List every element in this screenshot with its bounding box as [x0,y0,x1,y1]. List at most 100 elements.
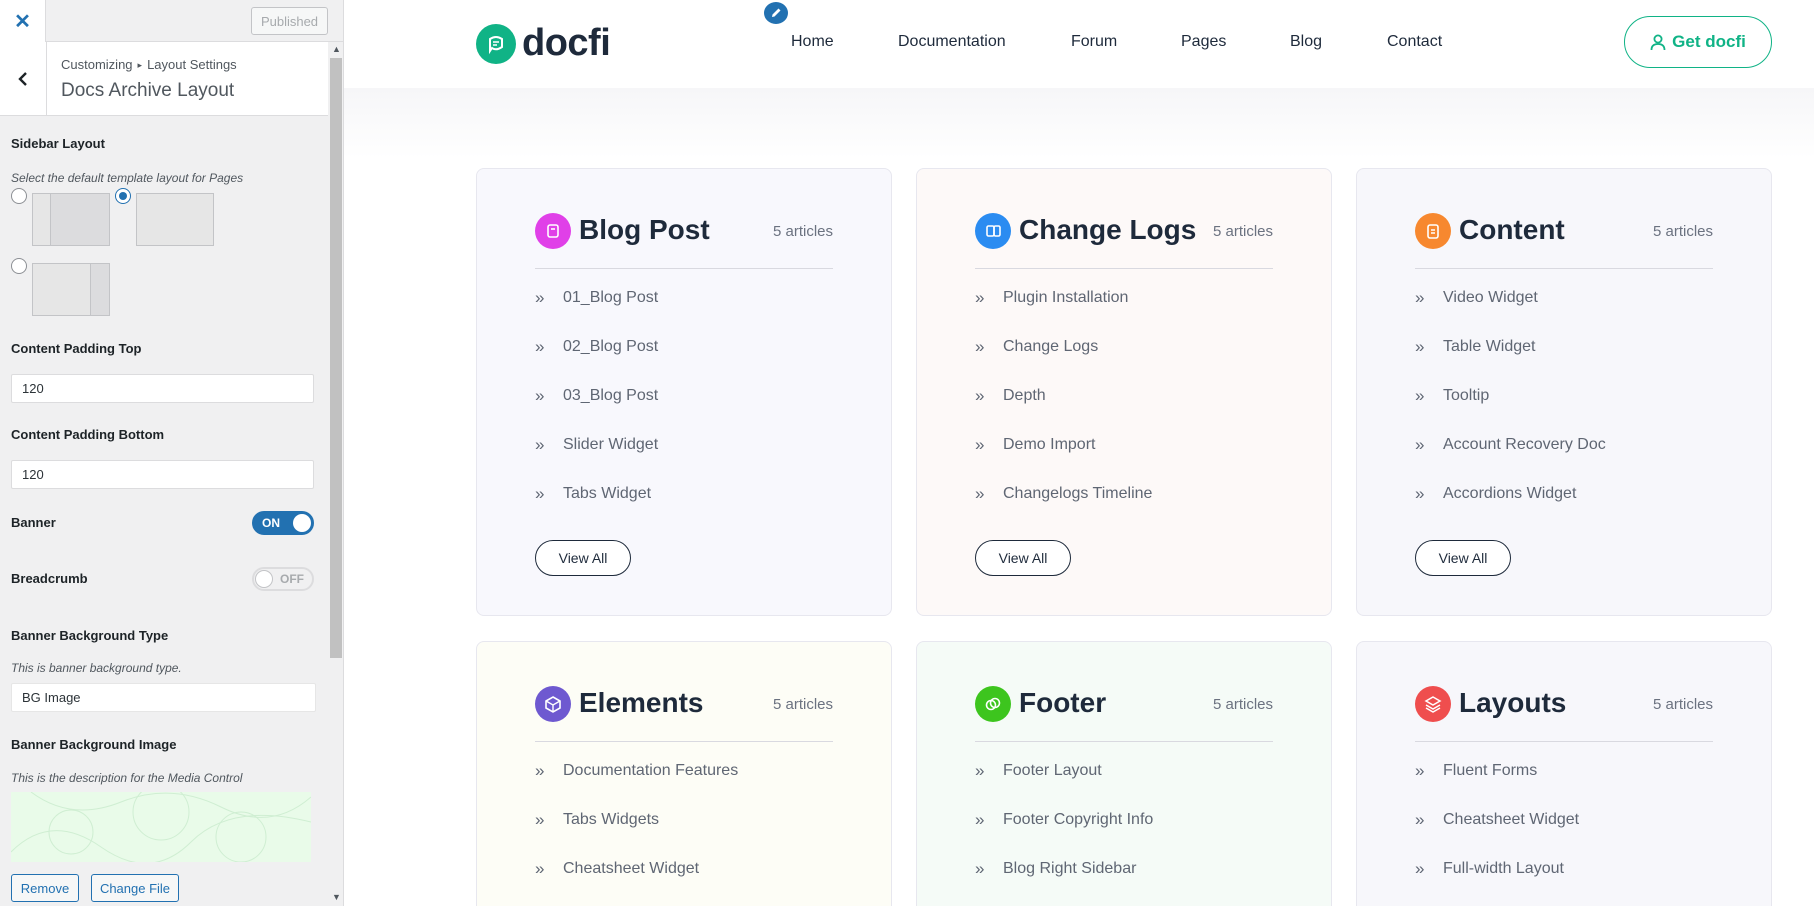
layout-right-sidebar-thumbnail[interactable] [32,263,110,316]
breadcrumb-section: Layout Settings [147,57,237,72]
double-chevron-right-icon: » [535,288,544,307]
doc-link[interactable]: » Demo Import [975,435,1095,455]
banner-bg-type-select[interactable]: BG Image [11,683,316,712]
double-chevron-right-icon: » [535,859,544,878]
double-chevron-right-icon: » [975,435,984,454]
category-title[interactable]: Footer [1019,687,1106,719]
doc-link-label: 03_Blog Post [563,387,659,404]
double-chevron-right-icon: » [535,386,544,405]
nav-blog[interactable]: Blog [1290,33,1322,51]
double-chevron-right-icon: » [975,337,984,356]
breadcrumb-root: Customizing [61,57,133,72]
nav-forum[interactable]: Forum [1071,33,1117,51]
remove-image-button[interactable]: Remove [11,874,79,902]
doc-link[interactable]: » Depth [975,386,1046,406]
change-file-button[interactable]: Change File [91,874,179,902]
card-divider [535,268,833,269]
close-icon: ✕ [14,10,31,33]
category-icon [1415,213,1451,249]
category-icon [975,686,1011,722]
double-chevron-right-icon: » [1415,484,1424,503]
nav-pages[interactable]: Pages [1181,33,1226,51]
doc-link[interactable]: » Tabs Widget [535,484,651,504]
scroll-up-icon[interactable]: ▲ [332,44,341,54]
layout-left-sidebar-thumbnail[interactable] [32,193,110,246]
sidebar-layout-description: Select the default template layout for P… [11,171,244,185]
padding-top-input[interactable]: 120 [11,374,314,403]
nav-contact[interactable]: Contact [1387,33,1442,51]
doc-link[interactable]: » Fluent Forms [1415,761,1537,781]
doc-link[interactable]: » Accordions Widget [1415,484,1576,504]
doc-link[interactable]: » Footer Layout [975,761,1102,781]
layout-radio-right-sidebar[interactable] [11,258,27,274]
category-title[interactable]: Change Logs [1019,214,1196,246]
view-all-button[interactable]: View All [975,540,1071,576]
banner-toggle[interactable]: ON [252,511,314,535]
double-chevron-right-icon: » [535,761,544,780]
doc-link[interactable]: » Table Widget [1415,337,1536,357]
section-header: Customizing ▸ Layout Settings Docs Archive… [0,42,328,116]
double-chevron-right-icon: » [975,484,984,503]
toggle-knob [293,514,311,532]
doc-link[interactable]: » Cheatsheet Widget [535,859,699,879]
doc-link[interactable]: » 02_Blog Post [535,337,658,357]
doc-link-label: Footer Copyright Info [1003,811,1154,828]
doc-link[interactable]: » Full-width Layout [1415,859,1564,879]
doc-link-label: Documentation Features [563,762,739,779]
double-chevron-right-icon: » [1415,386,1424,405]
doc-link[interactable]: » Tabs Widgets [535,810,659,830]
padding-bottom-input[interactable]: 120 [11,460,314,489]
doc-link-label: 02_Blog Post [563,338,659,355]
doc-link[interactable]: » Account Recovery Doc [1415,435,1606,455]
view-all-button[interactable]: View All [1415,540,1511,576]
scrollbar-thumb[interactable] [330,58,342,658]
card-divider [1415,741,1713,742]
category-icon [1415,686,1451,722]
published-button[interactable]: Published [251,7,328,35]
article-count: 5 articles [772,696,833,713]
scroll-down-icon[interactable]: ▼ [332,892,341,902]
back-button[interactable] [0,42,47,116]
site-logo[interactable]: docfi [476,22,611,65]
category-card: Content 5 articles » Video Widget » Table Wid… [1356,168,1772,616]
customizer-header: ✕ Published [0,0,343,42]
customizer-scrollbar[interactable]: ▲ ▼ [328,42,343,906]
doc-link[interactable]: » Slider Widget [535,435,658,455]
view-all-button[interactable]: View All [535,540,631,576]
breadcrumb: Customizing ▸ Layout Settings [61,57,237,72]
double-chevron-right-icon: » [535,810,544,829]
banner-bg-type-description: This is banner background type. [11,661,182,675]
breadcrumb-toggle[interactable]: OFF [252,567,314,591]
doc-link[interactable]: » Blog Right Sidebar [975,859,1136,879]
doc-link-label: Fluent Forms [1443,762,1538,779]
category-title[interactable]: Elements [579,687,704,719]
doc-link[interactable]: » Footer Copyright Info [975,810,1153,830]
doc-link[interactable]: » Plugin Installation [975,288,1128,308]
doc-link-label: Full-width Layout [1443,860,1564,877]
edit-shortcut-pencil-icon[interactable] [762,0,790,26]
nav-documentation[interactable]: Documentation [898,33,1006,51]
close-customizer-button[interactable]: ✕ [0,0,46,42]
nav-home[interactable]: Home [791,33,834,51]
doc-link[interactable]: » Documentation Features [535,761,738,781]
doc-link[interactable]: » Cheatsheet Widget [1415,810,1579,830]
doc-link[interactable]: » Change Logs [975,337,1098,357]
layout-full-width-thumbnail[interactable] [136,193,214,246]
double-chevron-right-icon: » [1415,435,1424,454]
category-title[interactable]: Blog Post [579,214,710,246]
banner-bg-image-label: Banner Background Image [11,737,177,752]
layout-radio-left-sidebar[interactable] [11,188,27,204]
doc-link[interactable]: » 03_Blog Post [535,386,658,406]
doc-link[interactable]: » Video Widget [1415,288,1538,308]
layout-radio-full-width[interactable] [115,188,131,204]
get-docfi-button[interactable]: Get docfi [1624,16,1772,68]
doc-link-label: Demo Import [1003,436,1096,453]
doc-link[interactable]: » Changelogs Timeline [975,484,1152,504]
category-title[interactable]: Layouts [1459,687,1566,719]
doc-link-label: Tabs Widgets [563,811,660,828]
doc-link[interactable]: » 01_Blog Post [535,288,658,308]
doc-link-label: Change Logs [1003,338,1099,355]
doc-link[interactable]: » Tooltip [1415,386,1489,406]
doc-link-label: Slider Widget [563,436,659,453]
category-title[interactable]: Content [1459,214,1565,246]
